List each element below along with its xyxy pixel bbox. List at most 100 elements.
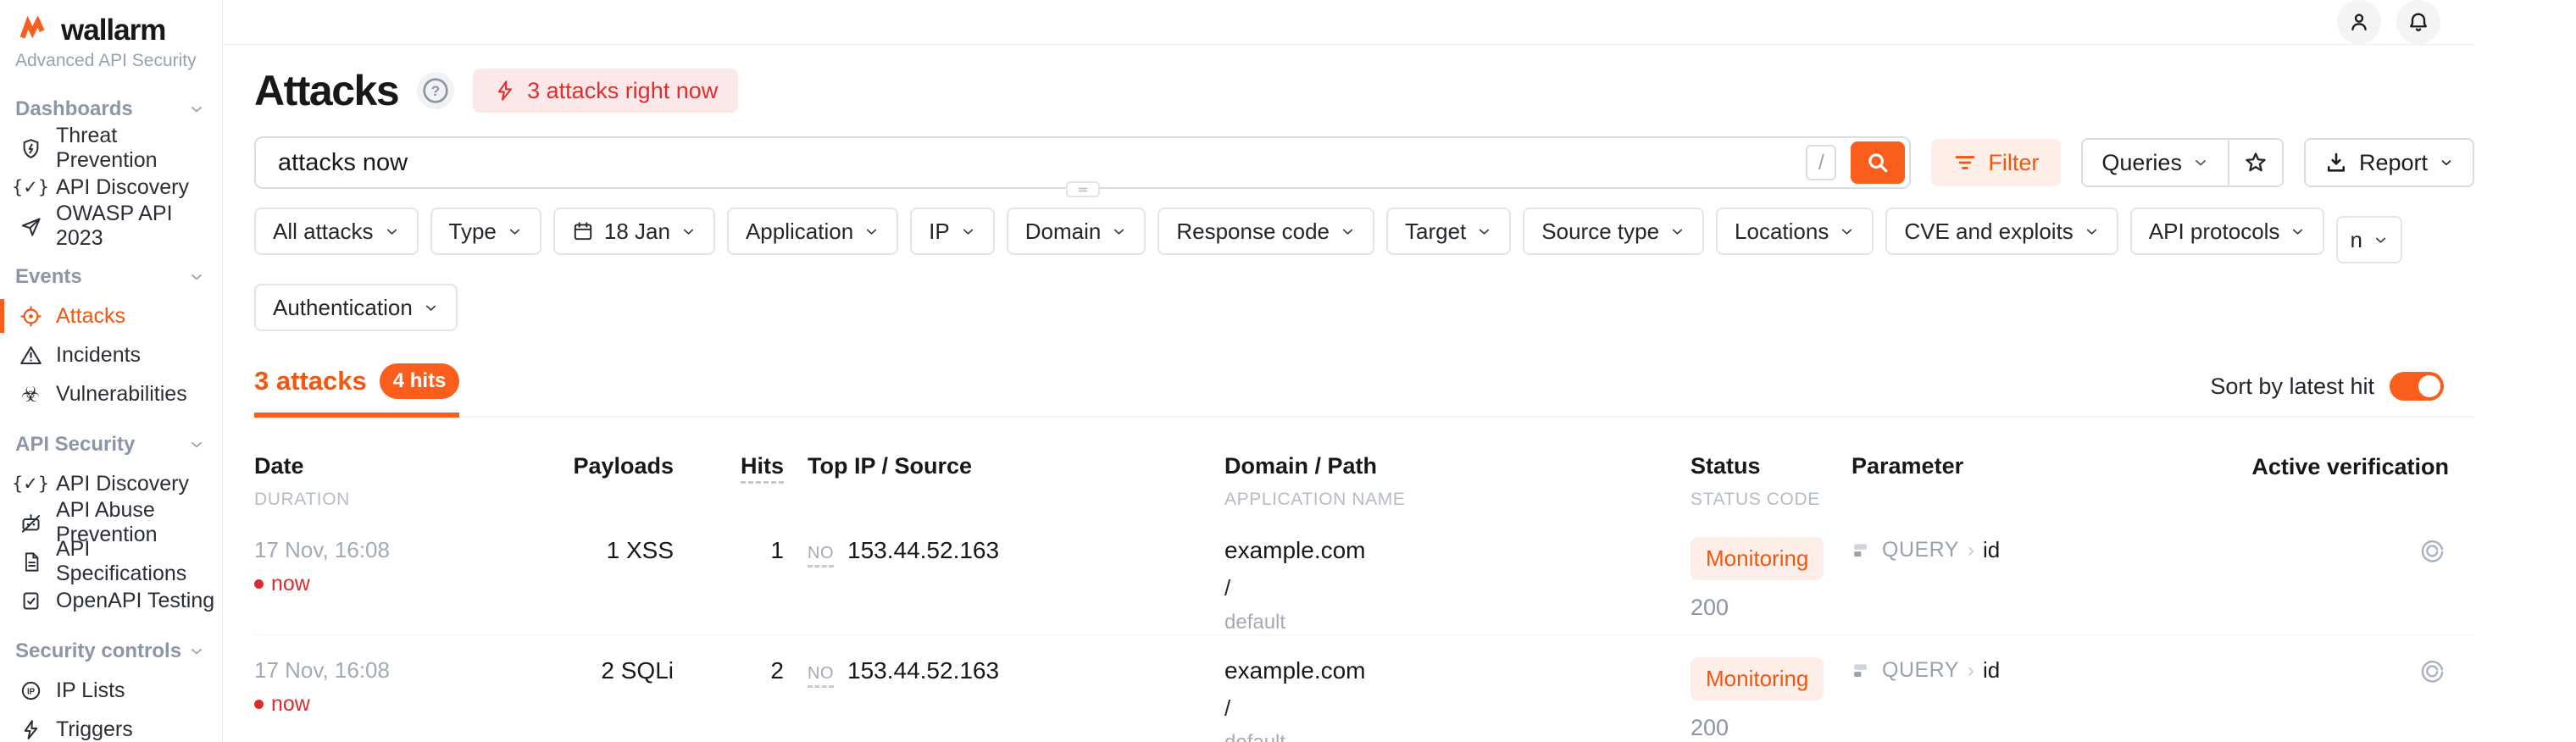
- ip-badge-icon: [18, 679, 43, 702]
- nav-section-label: Events: [15, 265, 82, 289]
- filter-chip-cve-and-exploits[interactable]: CVE and exploits: [1885, 208, 2118, 255]
- parameter-icon: [1852, 540, 1874, 562]
- lightning-icon: [18, 718, 43, 741]
- cell-source: NO 153.44.52.163: [784, 537, 1224, 568]
- chevron-down-icon: [863, 224, 880, 240]
- help-icon[interactable]: [417, 72, 454, 109]
- filter-chip-all-attacks[interactable]: All attacks: [254, 208, 419, 255]
- sidebar-item-label: Triggers: [56, 717, 133, 742]
- chevron-down-icon: [1340, 224, 1356, 240]
- filter-chip-authentication[interactable]: Authentication: [254, 284, 458, 331]
- sidebar-item-label: Attacks: [56, 304, 125, 329]
- parameter-type: QUERY: [1882, 658, 1959, 683]
- chevron-down-icon: [2192, 154, 2209, 171]
- chevron-down-icon: [188, 436, 205, 453]
- biohazard-icon: ☣: [18, 384, 43, 405]
- sidebar-item-label: Vulnerabilities: [56, 382, 187, 407]
- attacks-table: Date DURATION Payloads Hits Top IP / Sou…: [254, 453, 2474, 742]
- col-header-domain: Domain / Path APPLICATION NAME: [1224, 453, 1690, 510]
- chevron-down-icon: [1839, 224, 1855, 240]
- header-application-label: APPLICATION NAME: [1224, 490, 1690, 510]
- paper-plane-icon: [18, 215, 43, 238]
- brand-name: wallarm: [61, 14, 165, 47]
- robot-crossed-icon: [18, 512, 43, 534]
- chip-label: All attacks: [273, 219, 374, 245]
- filter-chip-type[interactable]: Type: [430, 208, 541, 255]
- search-expand-handle[interactable]: [1066, 181, 1100, 197]
- verification-status-icon[interactable]: [2419, 537, 2446, 563]
- report-button[interactable]: Report: [2304, 138, 2474, 187]
- table-row[interactable]: 17 Nov, 16:08 now 1 XSS 1 NO 153.44.52.1…: [254, 515, 2474, 634]
- chip-label: 18 Jan: [604, 219, 670, 245]
- user-account-button[interactable]: [2337, 0, 2381, 44]
- sidebar-item-threat-prevention[interactable]: Threat Prevention: [0, 129, 222, 168]
- filter-chip-domain[interactable]: Domain: [1007, 208, 1146, 255]
- nav-section-api-security[interactable]: API Security: [0, 425, 222, 464]
- tab-attacks-results[interactable]: 3 attacks 4 hits: [254, 363, 459, 418]
- attack-duration: now: [271, 572, 310, 596]
- table-row[interactable]: 17 Nov, 16:08 now 2 SQLi 2 NO 153.44.52.…: [254, 634, 2474, 742]
- queries-dropdown-button[interactable]: Queries: [2083, 140, 2229, 186]
- sidebar-item-owasp-api-2023[interactable]: OWASP API 2023: [0, 207, 222, 246]
- chip-label: Locations: [1735, 219, 1829, 245]
- filter-chip-locations[interactable]: Locations: [1716, 208, 1874, 255]
- sidebar-item-label: API Specifications: [56, 537, 222, 586]
- doc-check-icon: [18, 590, 43, 612]
- parameter-type: QUERY: [1882, 538, 1959, 562]
- sidebar-item-attacks[interactable]: Attacks: [0, 296, 222, 335]
- header-hits-sortable[interactable]: Hits: [741, 453, 784, 484]
- attacks-now-label: 3 attacks right now: [527, 78, 718, 104]
- sidebar-item-label: API Discovery: [56, 175, 189, 200]
- cell-date: 17 Nov, 16:08 now: [254, 537, 491, 596]
- wallarm-logo-icon: [15, 16, 53, 45]
- hits-count-badge: 4 hits: [380, 363, 460, 399]
- brand: wallarm Advanced API Security: [0, 0, 222, 71]
- chevron-down-icon: [1111, 224, 1127, 240]
- toggle-knob: [2418, 375, 2440, 397]
- filter-chip-source-type[interactable]: Source type: [1523, 208, 1704, 255]
- nav-section-security-controls[interactable]: Security controls: [0, 632, 222, 671]
- sidebar-item-openapi-testing[interactable]: OpenAPI Testing: [0, 581, 222, 620]
- filter-chip-date[interactable]: 18 Jan: [553, 208, 715, 255]
- filter-chips: All attacks Type 18 Jan Application IP: [254, 208, 2474, 331]
- star-icon: [2243, 150, 2268, 175]
- col-header-source: Top IP / Source: [784, 453, 1224, 479]
- application-name: default: [1224, 731, 1690, 742]
- cell-domain-path: example.com / default: [1224, 657, 1690, 742]
- live-dot: [254, 700, 264, 709]
- cell-parameter: QUERY › id: [1852, 537, 2207, 563]
- filter-chip-overflow[interactable]: n: [2336, 216, 2401, 263]
- filter-button[interactable]: Filter: [1931, 139, 2061, 186]
- chevron-down-icon: [680, 224, 697, 240]
- col-header-payloads: Payloads: [491, 453, 674, 479]
- header-date-label: Date: [254, 453, 491, 479]
- cell-parameter: QUERY › id: [1852, 657, 2207, 684]
- col-header-date: Date DURATION: [254, 453, 491, 510]
- chip-label: Authentication: [273, 295, 413, 321]
- attack-domain: example.com: [1224, 657, 1690, 684]
- sidebar-item-incidents[interactable]: Incidents: [0, 335, 222, 374]
- country-code-placeholder[interactable]: NO: [808, 544, 834, 568]
- chip-label: Domain: [1025, 219, 1102, 245]
- sidebar-item-api-specifications[interactable]: API Specifications: [0, 542, 222, 581]
- sort-by-latest-hit-toggle[interactable]: [2390, 372, 2444, 401]
- filter-chip-api-protocols[interactable]: API protocols: [2130, 208, 2325, 255]
- notifications-button[interactable]: [2396, 0, 2440, 44]
- sidebar-item-triggers[interactable]: Triggers: [0, 710, 222, 742]
- filter-chip-target[interactable]: Target: [1386, 208, 1511, 255]
- attacks-now-badge: 3 attacks right now: [473, 69, 738, 113]
- country-code-placeholder[interactable]: NO: [808, 664, 834, 688]
- verification-status-icon[interactable]: [2419, 657, 2446, 684]
- filter-chip-application[interactable]: Application: [727, 208, 898, 255]
- favorite-query-button[interactable]: [2229, 140, 2282, 186]
- search-input[interactable]: [278, 149, 1765, 177]
- filter-chip-response-code[interactable]: Response code: [1158, 208, 1374, 255]
- nav-section-events[interactable]: Events: [0, 257, 222, 296]
- search-button[interactable]: [1851, 141, 1905, 184]
- sidebar-item-ip-lists[interactable]: IP Lists: [0, 671, 222, 710]
- chevron-down-icon: [2373, 232, 2389, 248]
- parameter-separator: ›: [1968, 659, 1974, 683]
- col-header-parameter: Parameter: [1852, 453, 2207, 479]
- filter-chip-ip[interactable]: IP: [910, 208, 995, 255]
- sidebar-item-vulnerabilities[interactable]: ☣ Vulnerabilities: [0, 374, 222, 413]
